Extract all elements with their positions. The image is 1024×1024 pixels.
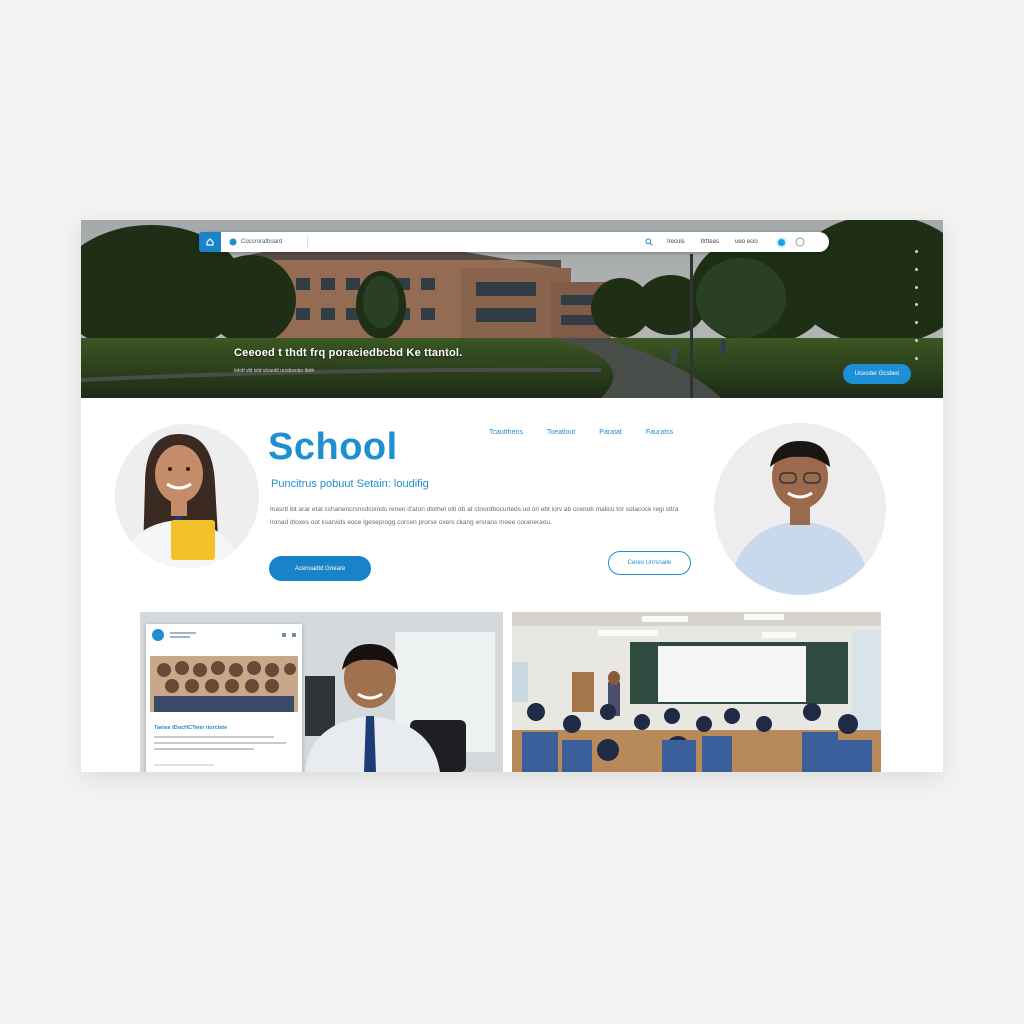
mini-text-line	[154, 748, 254, 750]
student-girl-image	[115, 424, 259, 568]
website-mockup: Cocsroratboard Irecuis Itrtteas ueo ecio…	[81, 220, 943, 772]
carousel-dot[interactable]	[914, 339, 918, 343]
search-input[interactable]	[307, 235, 659, 249]
section-link-4[interactable]: Fauratss	[646, 429, 673, 436]
top-navigation: Cocsroratboard Irecuis Itrtteas ueo ecio	[199, 232, 829, 252]
carousel-dot[interactable]	[914, 321, 918, 325]
school-logo-icon	[229, 238, 237, 246]
page-tagline: Puncitrus pobuut Setain: loudifig	[271, 478, 429, 490]
section-link-3[interactable]: Paratat	[599, 429, 622, 436]
nav-link-2[interactable]: Itrtteas	[701, 239, 719, 245]
carousel-dot[interactable]	[914, 356, 918, 360]
secondary-button[interactable]: Cereo Unrsnaite	[608, 551, 691, 575]
section-link-teachers[interactable]: Tcautthens	[489, 429, 523, 436]
mini-card-title: Taeiee lDocHCTwer iiorciete	[154, 725, 228, 731]
mini-menu-icon	[282, 633, 286, 637]
primary-button[interactable]: Acenoadtd Gneare	[269, 556, 371, 581]
intro-paragraph: Inasrtt ibt arar etat cchanencrsnsdcoind…	[270, 506, 679, 526]
carousel-dots	[913, 250, 919, 360]
section-links: Tcautthens Toeatlout Paratat Fauratss	[489, 429, 673, 436]
mini-nav-icons	[282, 633, 296, 637]
mini-card-header	[146, 624, 302, 646]
student-portrait-boy	[714, 423, 886, 595]
mini-text-line	[154, 742, 286, 744]
group-photo	[150, 656, 298, 712]
carousel-dot[interactable]	[914, 250, 918, 253]
classroom-photo	[512, 612, 881, 772]
carousel-dot[interactable]	[914, 285, 918, 289]
carousel-dot[interactable]	[914, 303, 918, 307]
gallery-photo-student: Taeiee lDocHCTwer iiorciete	[140, 612, 503, 772]
mini-website-card[interactable]: Taeiee lDocHCTwer iiorciete	[146, 624, 302, 772]
student-boy-image	[714, 423, 886, 595]
search-icon[interactable]	[645, 238, 653, 246]
brand[interactable]: Cocsroratboard	[229, 238, 301, 246]
section-link-2[interactable]: Toeatlout	[547, 429, 575, 436]
brand-name: Cocsroratboard	[241, 239, 283, 245]
hero-headline: Ceeoed t thdt frq poraciedbcbd Ke ttanto…	[234, 347, 463, 359]
user-avatar[interactable]	[775, 236, 787, 248]
student-portrait-girl	[115, 424, 259, 568]
nav-link-1[interactable]: Irecuis	[667, 239, 685, 245]
mini-line	[170, 636, 190, 638]
carousel-dot[interactable]	[914, 267, 918, 271]
hero-banner: Cocsroratboard Irecuis Itrtteas ueo ecio…	[81, 220, 943, 398]
more-menu-icon[interactable]	[795, 237, 805, 247]
hero-cta-button[interactable]: Ucecder Gcsbeo	[843, 364, 911, 384]
mini-text-line	[154, 764, 214, 766]
home-icon	[206, 238, 214, 246]
mini-logo-icon	[152, 629, 164, 641]
nav-links: Irecuis Itrtteas ueo ecio	[667, 239, 758, 245]
mini-text-line	[154, 736, 274, 738]
mini-line	[170, 632, 196, 634]
nav-link-3[interactable]: ueo ecio	[735, 239, 758, 245]
mini-close-icon	[292, 633, 296, 637]
hero-subtext: tolotl vld ixtd vtcanttl urcdcecbo lbrth	[234, 368, 315, 374]
gallery-photo-classroom	[512, 612, 881, 772]
home-button[interactable]	[199, 232, 221, 252]
mini-brand-lines	[170, 632, 196, 638]
page-title: School	[268, 426, 398, 468]
